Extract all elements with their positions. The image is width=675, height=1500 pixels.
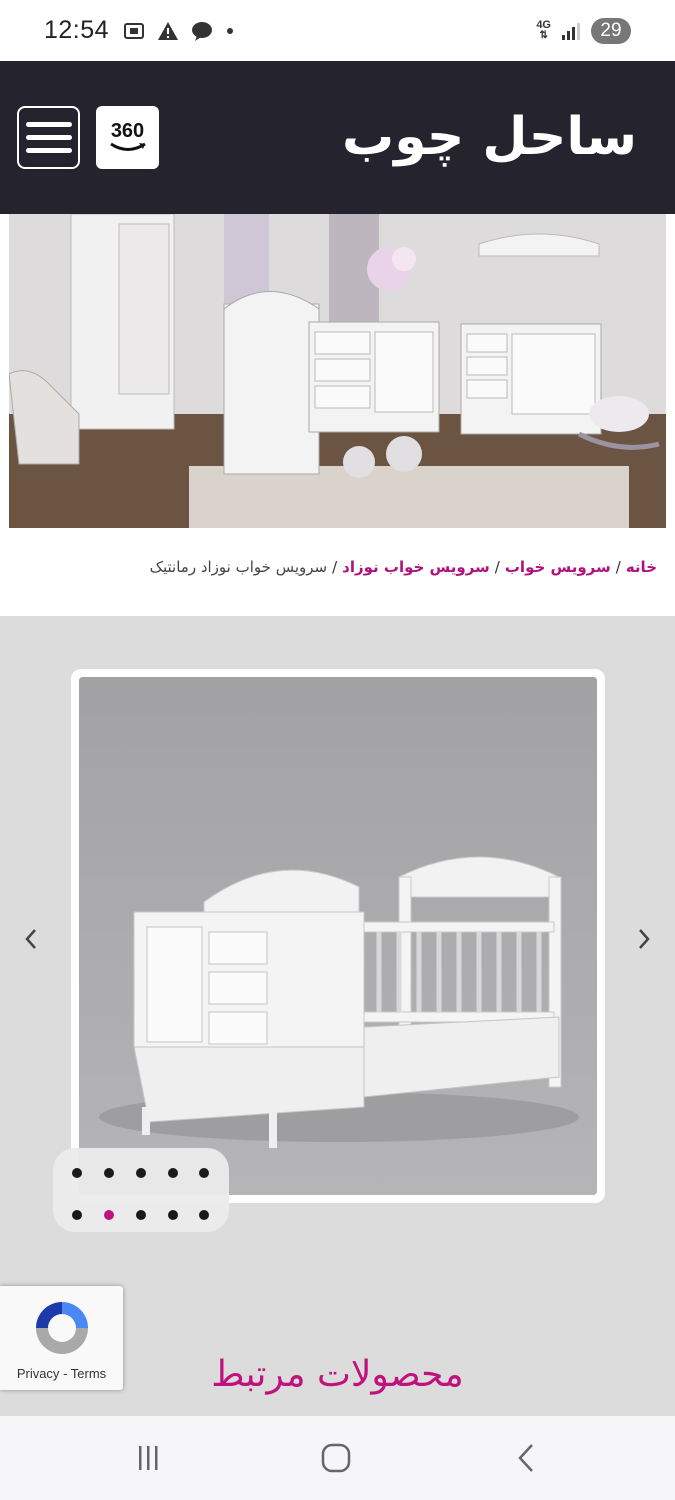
recaptcha-icon bbox=[36, 1302, 88, 1354]
gallery-dots bbox=[53, 1148, 229, 1232]
breadcrumb-separator: / bbox=[615, 558, 621, 576]
gallery-dot[interactable] bbox=[168, 1210, 178, 1220]
chat-bubble-icon bbox=[192, 21, 213, 41]
chevron-right-icon bbox=[639, 929, 650, 949]
product-gallery bbox=[71, 669, 605, 1203]
recaptcha-separator: - bbox=[63, 1366, 68, 1381]
recaptcha-links: Privacy - Terms bbox=[0, 1366, 123, 1381]
breadcrumb: خانه/سرویس خواب/سرویس خواب نوزاد/سرویس خ… bbox=[17, 552, 657, 582]
tour-360-icon bbox=[109, 142, 146, 151]
nursery-room-image bbox=[9, 214, 666, 528]
gallery-next-button[interactable] bbox=[629, 924, 659, 954]
privacy-link[interactable]: Privacy bbox=[17, 1366, 60, 1381]
site-header: 360 ساحل چوب bbox=[0, 61, 675, 214]
home-icon bbox=[321, 1443, 351, 1473]
gallery-dot[interactable] bbox=[136, 1210, 146, 1220]
recents-button[interactable] bbox=[128, 1438, 168, 1478]
tour-360-label: 360 bbox=[110, 119, 145, 142]
home-button[interactable] bbox=[316, 1438, 356, 1478]
hero-banner bbox=[9, 214, 666, 528]
gallery-dot[interactable] bbox=[168, 1168, 178, 1178]
tour-360-button[interactable]: 360 bbox=[96, 106, 159, 169]
menu-icon bbox=[25, 122, 72, 127]
product-image[interactable] bbox=[79, 677, 597, 1195]
site-logo[interactable]: ساحل چوب bbox=[342, 105, 637, 169]
breadcrumb-current: سرویس خواب نوزاد رمانتیک bbox=[149, 558, 328, 576]
alert-icon bbox=[158, 21, 179, 40]
recents-icon bbox=[139, 1446, 158, 1470]
screenshot-icon bbox=[124, 22, 145, 39]
gallery-dot[interactable] bbox=[104, 1168, 114, 1178]
status-time: 12:54 bbox=[44, 16, 110, 44]
breadcrumb-separator: / bbox=[494, 558, 500, 576]
chevron-left-icon bbox=[25, 929, 36, 949]
breadcrumb-home[interactable]: خانه bbox=[626, 558, 657, 576]
system-nav-bar bbox=[0, 1416, 675, 1500]
gallery-dot[interactable] bbox=[136, 1168, 146, 1178]
network-type: 4G ⇅ bbox=[536, 19, 551, 41]
signal-icon bbox=[562, 22, 580, 40]
back-icon bbox=[518, 1444, 533, 1472]
back-button[interactable] bbox=[506, 1438, 546, 1478]
menu-button[interactable] bbox=[17, 106, 80, 169]
battery-indicator: 29 bbox=[591, 17, 631, 44]
breadcrumb-baby-bedroom-set[interactable]: سرویس خواب نوزاد bbox=[342, 558, 490, 576]
gallery-dot[interactable] bbox=[72, 1168, 82, 1178]
crib-dresser-image bbox=[79, 677, 597, 1195]
terms-link[interactable]: Terms bbox=[71, 1366, 106, 1381]
gallery-dot-active[interactable] bbox=[104, 1210, 114, 1220]
gallery-dot[interactable] bbox=[199, 1210, 209, 1220]
gallery-dot[interactable] bbox=[72, 1210, 82, 1220]
dot-icon bbox=[227, 27, 234, 34]
gallery-dot[interactable] bbox=[199, 1168, 209, 1178]
breadcrumb-bedroom-set[interactable]: سرویس خواب bbox=[505, 558, 611, 576]
breadcrumb-separator: / bbox=[332, 558, 338, 576]
gallery-prev-button[interactable] bbox=[16, 924, 46, 954]
recaptcha-badge[interactable]: Privacy - Terms bbox=[0, 1286, 123, 1390]
status-bar: 12:54 4G ⇅ 29 bbox=[0, 0, 675, 61]
